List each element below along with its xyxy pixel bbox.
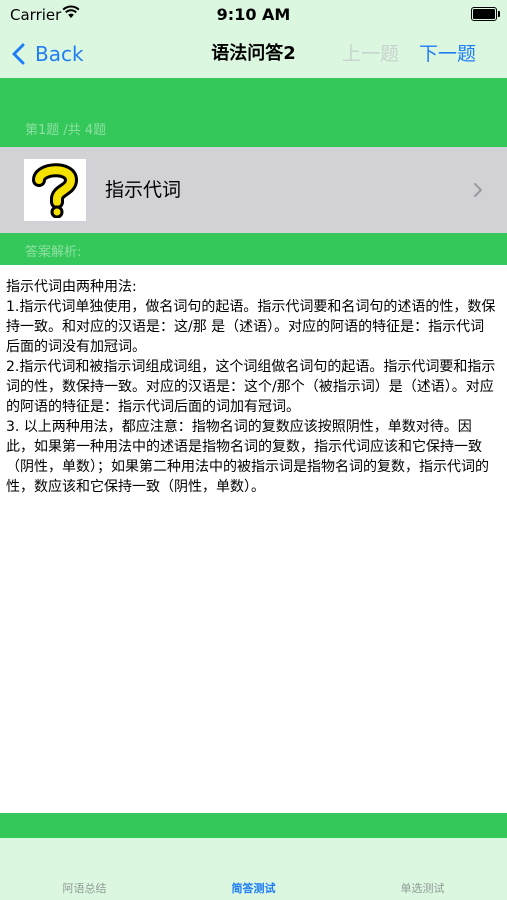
answer-header-bar: 答案解析: [0,233,507,265]
question-thumbnail [24,159,86,221]
question-counter-bar: 第1题 /共 4题 [0,107,507,147]
question-title: 指示代词 [105,179,182,201]
answer-text: 指示代词由两种用法: 1.指示代词单独使用，做名词句的起语。指示代词要和名词句的… [6,279,496,495]
previous-question-button[interactable]: 上一题 [342,30,399,78]
chevron-right-icon [474,183,482,197]
tab-bar: 阿语总结 简答测试 单选测试 [0,838,507,900]
tab-label: 阿语总结 [62,882,107,895]
question-row[interactable]: 指示代词 [0,147,507,233]
tab-short-answer-test[interactable]: 简答测试 [169,838,338,900]
navigation-bar: Back 语法问答2 上一题 下一题 [0,30,507,78]
next-question-button[interactable]: 下一题 [419,30,476,78]
clock: 9:10 AM [216,5,291,24]
tab-label: 简答测试 [231,882,276,895]
header-band [0,78,507,107]
question-mark-icon [32,163,79,218]
footer-band [0,813,507,838]
question-counter: 第1题 /共 4题 [25,123,107,138]
status-bar: Carrier 9:10 AM [0,0,507,30]
battery-icon [471,7,500,21]
answer-header: 答案解析: [25,245,82,260]
tab-label: 单选测试 [400,882,445,895]
tab-arabic-summary[interactable]: 阿语总结 [0,838,169,900]
tab-single-choice-test[interactable]: 单选测试 [338,838,507,900]
